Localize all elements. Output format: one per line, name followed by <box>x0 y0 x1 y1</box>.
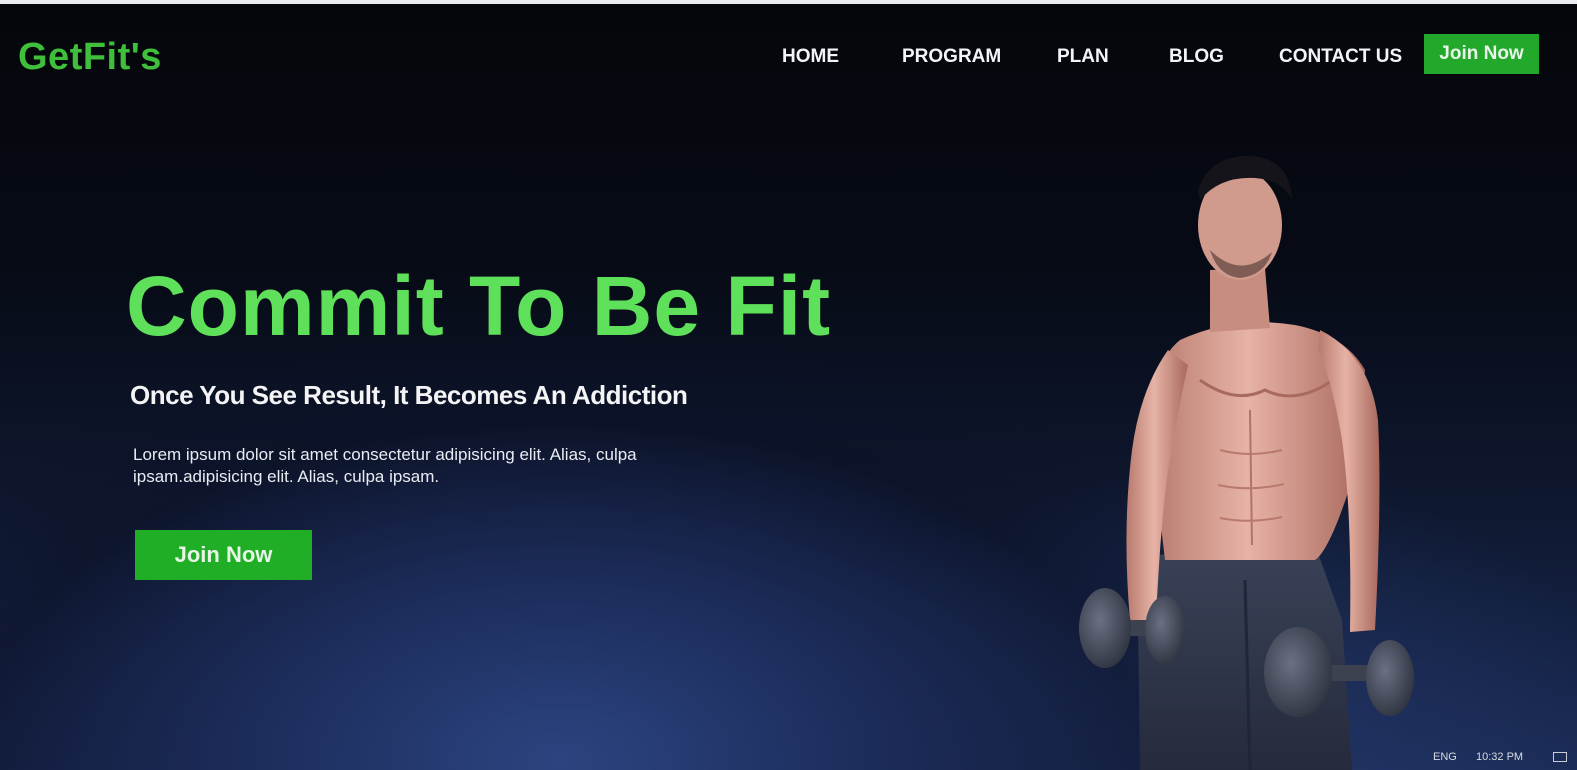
site-logo[interactable]: GetFit's <box>18 36 162 79</box>
hero-title: Commit To Be Fit <box>126 259 832 353</box>
taskbar-language[interactable]: ENG <box>1433 751 1457 763</box>
hero-subtitle: Once You See Result, It Becomes An Addic… <box>130 380 688 410</box>
hero-description: Lorem ipsum dolor sit amet consectetur a… <box>133 445 637 486</box>
notification-icon[interactable] <box>1553 752 1567 762</box>
hero-join-now-button[interactable]: Join Now <box>135 530 312 580</box>
nav-contact-us[interactable]: CONTACT US <box>1279 46 1402 68</box>
nav-home[interactable]: HOME <box>782 46 839 68</box>
nav-plan[interactable]: PLAN <box>1057 46 1109 68</box>
nav-program[interactable]: PROGRAM <box>902 46 1001 68</box>
webpage-screen: GetFit's HOME PROGRAM PLAN BLOG CONTACT … <box>0 0 1577 770</box>
nav-blog[interactable]: BLOG <box>1169 46 1224 68</box>
taskbar-clock[interactable]: 10:32 PM <box>1476 751 1523 763</box>
nav-join-now-button[interactable]: Join Now <box>1424 34 1539 74</box>
top-edge <box>0 0 1577 4</box>
athlete-with-dumbbells-image <box>1079 155 1414 770</box>
